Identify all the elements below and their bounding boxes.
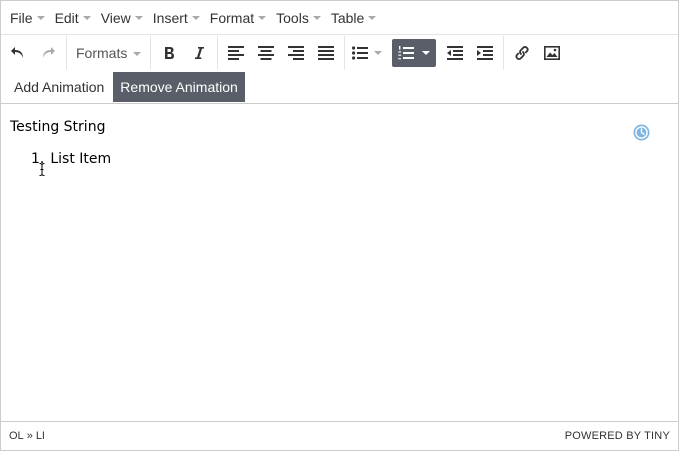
toolbar: Formats — [1, 36, 678, 70]
menu-tools-label: Tools — [276, 9, 309, 26]
path-li[interactable]: LI — [36, 430, 45, 442]
menu-file-label: File — [10, 9, 33, 26]
outdent-icon — [447, 46, 464, 60]
align-center-icon — [258, 46, 275, 60]
italic-icon — [195, 47, 205, 59]
undo-button[interactable] — [3, 39, 33, 67]
menu-table-label: Table — [330, 9, 365, 26]
path-separator: » — [26, 430, 33, 442]
align-center-button[interactable] — [251, 39, 281, 67]
statusbar: OL » LI POWERED BY TINY — [1, 421, 678, 450]
image-icon — [544, 46, 561, 60]
redo-icon — [43, 47, 55, 58]
chevron-down-icon — [422, 51, 431, 55]
editor-content[interactable]: Testing String 1. List Item — [1, 105, 678, 421]
menu-view[interactable]: View — [96, 1, 148, 35]
numbered-list-active — [392, 39, 437, 67]
list-item-text: List Item — [50, 151, 112, 167]
menu-file[interactable]: File — [5, 1, 50, 35]
indent-button[interactable] — [470, 39, 500, 67]
menu-edit-label: Edit — [54, 9, 79, 26]
menu-tools[interactable]: Tools — [271, 1, 326, 35]
menubar: File Edit View Insert Format Tools Table — [1, 1, 678, 35]
tinymce-editor: File Edit View Insert Format Tools Table… — [0, 0, 679, 451]
toolbar-divider — [344, 36, 346, 70]
text-cursor-icon — [39, 163, 45, 176]
image-button[interactable] — [537, 39, 567, 67]
redo-button[interactable] — [33, 39, 63, 67]
toolbar-divider — [503, 36, 505, 70]
toolbar-divider — [66, 36, 67, 70]
menu-insert[interactable]: Insert — [148, 1, 205, 35]
toolbar-divider — [217, 36, 219, 70]
menu-format-label: Format — [209, 9, 255, 26]
link-button[interactable] — [507, 39, 537, 67]
powered-by-link[interactable]: POWERED BY TINY — [565, 430, 670, 442]
menu-insert-label: Insert — [152, 9, 188, 26]
italic-button[interactable] — [184, 39, 214, 67]
bold-button[interactable] — [154, 39, 184, 67]
chevron-down-icon — [374, 51, 383, 55]
paragraph: Testing String — [10, 119, 106, 135]
align-justify-button[interactable] — [311, 39, 341, 67]
add-animation-button[interactable]: Add Animation — [7, 72, 111, 102]
link-icon — [515, 46, 529, 60]
align-justify-icon — [318, 46, 335, 60]
chevron-down-icon — [258, 16, 267, 20]
clock-icon[interactable] — [633, 124, 650, 141]
menu-edit[interactable]: Edit — [50, 1, 96, 35]
align-left-button[interactable] — [221, 39, 251, 67]
animation-toolbar: Add Animation Remove Animation — [1, 70, 678, 104]
chevron-down-icon — [36, 16, 45, 20]
element-path: OL » LI — [9, 430, 45, 442]
align-right-button[interactable] — [281, 39, 311, 67]
remove-animation-button[interactable]: Remove Animation — [113, 71, 245, 102]
bullet-list-icon — [352, 46, 369, 60]
formats-dropdown[interactable]: Formats — [70, 39, 147, 67]
bullet-list-button[interactable] — [348, 39, 386, 67]
chevron-down-icon — [191, 16, 200, 20]
menu-view-label: View — [100, 9, 131, 26]
chevron-down-icon — [134, 16, 143, 20]
bold-icon — [165, 47, 175, 59]
chevron-down-icon — [133, 51, 142, 56]
formats-label: Formats — [76, 45, 128, 61]
undo-icon — [11, 47, 23, 58]
chevron-down-icon — [368, 16, 377, 20]
menu-format[interactable]: Format — [205, 1, 271, 35]
indent-icon — [477, 46, 494, 60]
align-left-icon — [228, 46, 245, 60]
path-ol[interactable]: OL — [9, 430, 24, 442]
menu-table[interactable]: Table — [326, 1, 381, 35]
numbered-list-icon — [398, 46, 415, 60]
align-right-icon — [288, 46, 305, 60]
numbered-list-button[interactable] — [388, 39, 440, 67]
outdent-button[interactable] — [440, 39, 470, 67]
chevron-down-icon — [82, 16, 91, 20]
toolbar-divider — [150, 36, 152, 70]
chevron-down-icon — [312, 16, 321, 20]
